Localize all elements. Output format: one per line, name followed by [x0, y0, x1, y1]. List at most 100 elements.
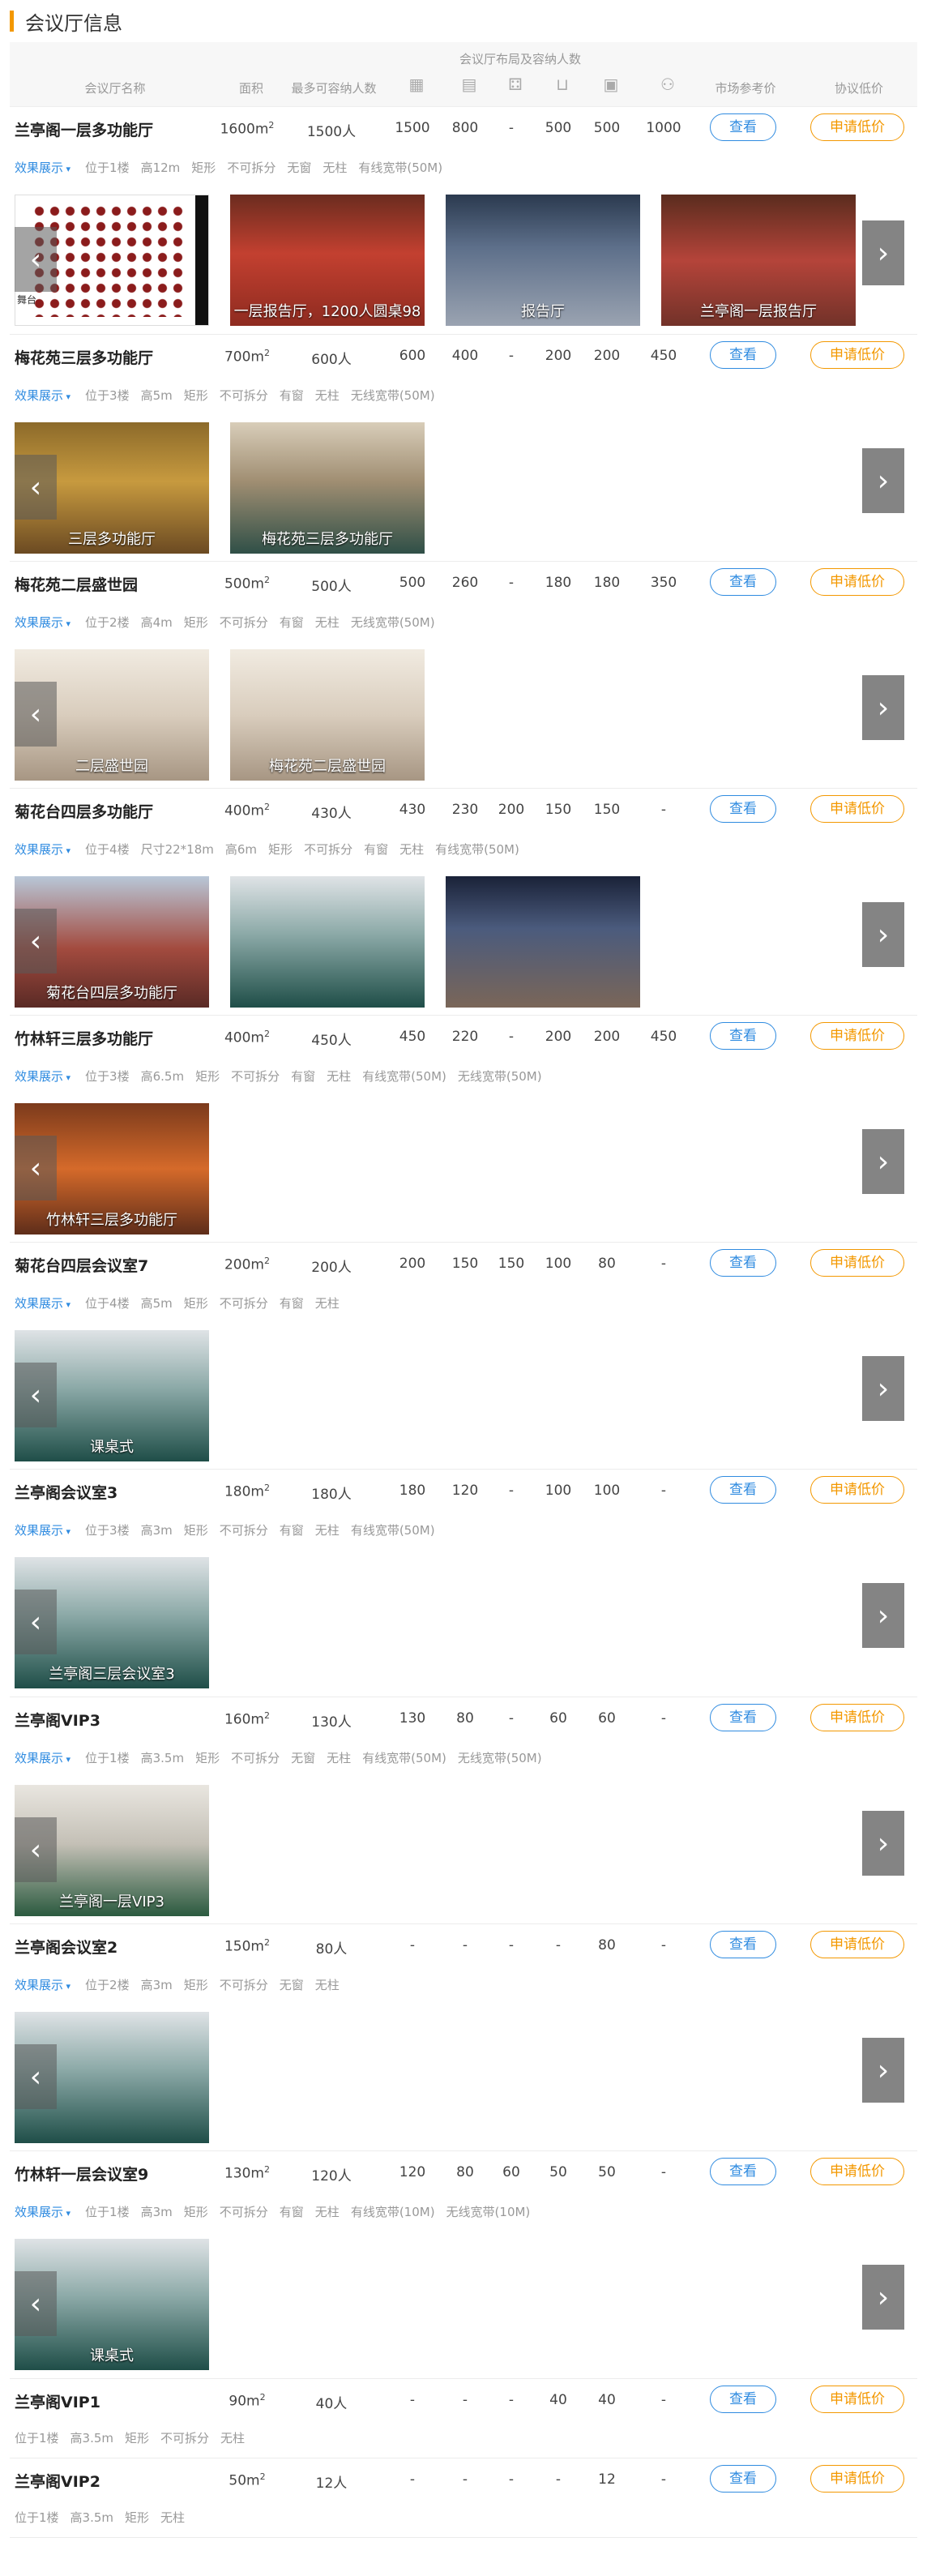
view-price-button[interactable]: 查看: [710, 795, 776, 823]
effect-display-toggle[interactable]: 效果展示: [15, 1069, 70, 1084]
room-tag: 矩形: [183, 388, 208, 403]
gallery-prev-button[interactable]: ‹: [15, 909, 57, 973]
room-capacity: 120人: [311, 2168, 352, 2184]
gallery-next-button[interactable]: ›: [862, 448, 904, 513]
request-low-price-button[interactable]: 申请低价: [810, 1022, 904, 1050]
room-tag: 高3.5m: [140, 1751, 185, 1765]
gallery-next-button[interactable]: ›: [862, 1129, 904, 1194]
room-photo[interactable]: [446, 876, 640, 1008]
view-price-button[interactable]: 查看: [710, 2158, 776, 2185]
request-low-price-button[interactable]: 申请低价: [810, 341, 904, 369]
request-low-price-button[interactable]: 申请低价: [810, 113, 904, 141]
gallery-next-button[interactable]: ›: [862, 1583, 904, 1648]
room-tag: 位于1楼: [85, 2205, 130, 2219]
room-photo[interactable]: 报告厅: [446, 195, 640, 326]
view-price-button[interactable]: 查看: [710, 1476, 776, 1504]
room-tag: 无柱: [220, 2431, 246, 2445]
gallery-prev-button[interactable]: ‹: [15, 1136, 57, 1200]
effect-display-toggle[interactable]: 效果展示: [15, 2205, 70, 2219]
room-area: 130m2: [224, 2164, 270, 2182]
room-capacity: 80人: [315, 1941, 348, 1958]
request-low-price-button[interactable]: 申请低价: [810, 2465, 904, 2493]
effect-display-toggle[interactable]: 效果展示: [15, 1296, 70, 1311]
room-area: 90m2: [229, 2392, 266, 2410]
effect-display-toggle[interactable]: 效果展示: [15, 1751, 70, 1765]
gallery-prev-button[interactable]: ‹: [15, 682, 57, 747]
request-low-price-button[interactable]: 申请低价: [810, 795, 904, 823]
gallery-next-button[interactable]: ›: [862, 2038, 904, 2103]
view-price-button[interactable]: 查看: [710, 341, 776, 369]
view-price-button[interactable]: 查看: [710, 2465, 776, 2493]
room-tag: 有线宽带(50M): [435, 842, 519, 857]
gallery-prev-button[interactable]: ‹: [15, 2271, 57, 2336]
room-tag: 无柱: [314, 1523, 340, 1538]
layout-capacity-boardroom: 40: [598, 2392, 616, 2408]
request-low-price-button[interactable]: 申请低价: [810, 1476, 904, 1504]
room-photo[interactable]: 一层报告厅，1200人圆桌98: [230, 195, 425, 326]
room-photo[interactable]: 兰亭阁一层报告厅: [661, 195, 856, 326]
gallery-prev-button[interactable]: ‹: [15, 2044, 57, 2109]
layout-capacity-boardroom: 80: [598, 1256, 616, 1272]
room-tag: 不可拆分: [227, 160, 276, 175]
layout-capacity-u-shape: 100: [545, 1256, 572, 1272]
request-low-price-button[interactable]: 申请低价: [810, 2158, 904, 2185]
layout-capacity-cocktail: -: [660, 1710, 667, 1727]
room-tag: 无线宽带(50M): [457, 1751, 542, 1765]
room-photo[interactable]: 梅花苑二层盛世园: [230, 649, 425, 781]
gallery-next-button[interactable]: ›: [862, 220, 904, 285]
view-price-button[interactable]: 查看: [710, 1931, 776, 1958]
gallery-next-button[interactable]: ›: [862, 1811, 904, 1876]
request-low-price-button[interactable]: 申请低价: [810, 2386, 904, 2413]
gallery-prev-button[interactable]: ‹: [15, 455, 57, 520]
room-tags: 效果展示 位于2楼高3m 矩形不可拆分无窗无柱: [15, 1976, 351, 1993]
room-tag: 位于3楼: [85, 1069, 130, 1084]
gallery-prev-button[interactable]: ‹: [15, 1817, 57, 1882]
view-price-button[interactable]: 查看: [710, 1249, 776, 1277]
effect-display-toggle[interactable]: 效果展示: [15, 1523, 70, 1538]
layout-capacity-boardroom: 80: [598, 1937, 616, 1953]
request-low-price-button[interactable]: 申请低价: [810, 568, 904, 596]
chevron-left-icon: ‹: [29, 1605, 42, 1639]
view-price-button[interactable]: 查看: [710, 113, 776, 141]
room-tag: 高6.5m: [140, 1069, 185, 1084]
effect-display-toggle[interactable]: 效果展示: [15, 160, 70, 175]
room-area: 180m2: [224, 1483, 270, 1500]
room-tag: 位于4楼: [85, 1296, 130, 1311]
layout-capacity-boardroom: 60: [598, 1710, 616, 1727]
effect-display-toggle[interactable]: 效果展示: [15, 388, 70, 403]
photo-gallery: 兰亭阁三层会议室3 ‹ ›: [15, 1557, 912, 1688]
gallery-next-button[interactable]: ›: [862, 675, 904, 740]
room-tag: 位于1楼: [15, 2431, 59, 2445]
room-name: 竹林轩一层会议室9: [15, 2166, 149, 2184]
room-tag: 不可拆分: [219, 2205, 268, 2219]
room-tag: 位于1楼: [85, 160, 130, 175]
effect-display-toggle[interactable]: 效果展示: [15, 1978, 70, 1992]
gallery-next-button[interactable]: ›: [862, 902, 904, 967]
gallery-next-button[interactable]: ›: [862, 2265, 904, 2330]
room-name: 兰亭阁会议室3: [15, 1484, 118, 1502]
photo-caption: 报告厅: [521, 303, 565, 320]
request-low-price-button[interactable]: 申请低价: [810, 1931, 904, 1958]
photo-gallery: ‹ ›: [15, 2012, 912, 2143]
view-price-button[interactable]: 查看: [710, 568, 776, 596]
room-tag: 有线宽带(10M): [350, 2205, 435, 2219]
room-row: 菊花台四层多功能厅 400m2 430人 430 230 200 150 150 - 查看 申请低价…: [10, 789, 917, 1016]
gallery-prev-button[interactable]: ‹: [15, 1363, 57, 1427]
view-price-button[interactable]: 查看: [710, 1704, 776, 1731]
room-tags: 效果展示位于4楼高5m 矩形不可拆分有窗无柱: [15, 1294, 351, 1312]
view-price-button[interactable]: 查看: [710, 2386, 776, 2413]
room-photo[interactable]: 梅花苑三层多功能厅: [230, 422, 425, 554]
room-capacity: 1500人: [306, 124, 357, 140]
gallery-prev-button[interactable]: ‹: [15, 227, 57, 292]
effect-display-toggle[interactable]: 效果展示: [15, 842, 70, 857]
effect-display-toggle[interactable]: 效果展示: [15, 615, 70, 630]
gallery-next-button[interactable]: ›: [862, 1356, 904, 1421]
room-photo[interactable]: [230, 876, 425, 1008]
view-price-button[interactable]: 查看: [710, 1022, 776, 1050]
request-low-price-button[interactable]: 申请低价: [810, 1249, 904, 1277]
gallery-prev-button[interactable]: ‹: [15, 1590, 57, 1654]
layout-capacity-banquet: -: [508, 1937, 515, 1953]
photo-caption: 一层报告厅，1200人圆桌98: [233, 303, 421, 320]
room-tag: 高12m: [140, 160, 181, 175]
request-low-price-button[interactable]: 申请低价: [810, 1704, 904, 1731]
